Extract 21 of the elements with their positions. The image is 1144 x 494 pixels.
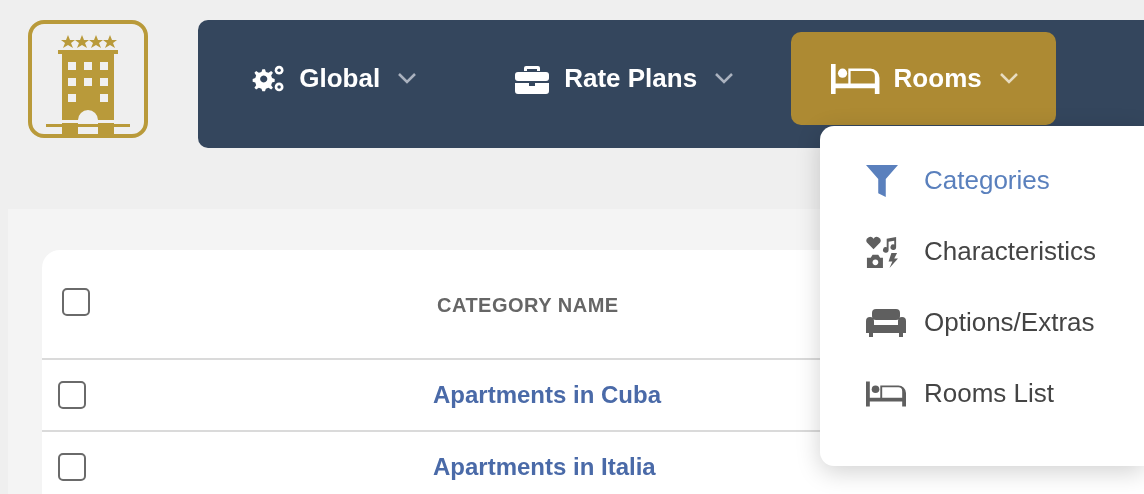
chevron-down-icon (999, 73, 1018, 84)
menu-item[interactable]: Options/Extras (866, 298, 1144, 347)
heart-music-camera-bolt-icon (866, 235, 898, 268)
checkbox[interactable] (58, 453, 86, 481)
funnel-icon (866, 164, 898, 197)
briefcase-icon (514, 63, 551, 94)
menu-item[interactable]: Categories (866, 156, 1144, 205)
column-header[interactable]: CATEGORY NAME (437, 294, 619, 316)
sofa-icon (866, 306, 906, 339)
category-link[interactable]: Apartments in Cuba (433, 381, 662, 408)
menu-item[interactable]: Rooms List (866, 369, 1144, 418)
checkbox[interactable] (58, 381, 86, 409)
gears-icon (250, 63, 286, 94)
chevron-down-icon (715, 73, 734, 84)
chevron-down-icon (398, 73, 417, 84)
nav-menu-button[interactable]: Rate Plans (474, 32, 772, 125)
menu-item[interactable]: Characteristics (866, 227, 1144, 276)
bed-icon (831, 63, 880, 94)
category-link[interactable]: Apartments in Italia (433, 453, 656, 480)
checkbox[interactable] (62, 288, 90, 316)
nav-menu-button[interactable]: Global (210, 32, 455, 125)
